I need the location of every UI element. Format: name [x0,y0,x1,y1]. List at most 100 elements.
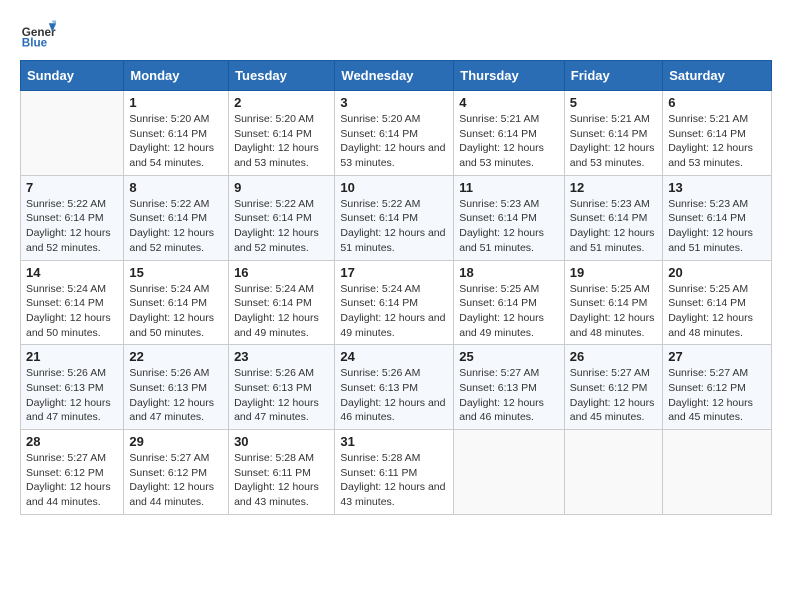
calendar-body: 1 Sunrise: 5:20 AMSunset: 6:14 PMDaylight… [21,91,772,515]
day-number: 25 [459,349,559,364]
day-info: Sunrise: 5:20 AMSunset: 6:14 PMDaylight:… [129,112,223,171]
day-number: 7 [26,180,118,195]
day-info: Sunrise: 5:27 AMSunset: 6:13 PMDaylight:… [459,366,559,425]
day-number: 18 [459,265,559,280]
day-info: Sunrise: 5:27 AMSunset: 6:12 PMDaylight:… [129,451,223,510]
day-info: Sunrise: 5:20 AMSunset: 6:14 PMDaylight:… [234,112,329,171]
calendar-cell: 19 Sunrise: 5:25 AMSunset: 6:14 PMDayligh… [564,260,662,345]
column-header-friday: Friday [564,61,662,91]
day-number: 29 [129,434,223,449]
calendar-cell: 21 Sunrise: 5:26 AMSunset: 6:13 PMDayligh… [21,345,124,430]
day-info: Sunrise: 5:25 AMSunset: 6:14 PMDaylight:… [668,282,766,341]
day-number: 19 [570,265,657,280]
day-number: 2 [234,95,329,110]
day-number: 11 [459,180,559,195]
day-number: 10 [340,180,448,195]
logo-icon: General Blue [20,16,56,52]
day-info: Sunrise: 5:24 AMSunset: 6:14 PMDaylight:… [129,282,223,341]
day-info: Sunrise: 5:24 AMSunset: 6:14 PMDaylight:… [26,282,118,341]
day-info: Sunrise: 5:22 AMSunset: 6:14 PMDaylight:… [26,197,118,256]
calendar-week-row: 21 Sunrise: 5:26 AMSunset: 6:13 PMDayligh… [21,345,772,430]
day-info: Sunrise: 5:26 AMSunset: 6:13 PMDaylight:… [234,366,329,425]
calendar-cell: 1 Sunrise: 5:20 AMSunset: 6:14 PMDaylight… [124,91,229,176]
day-number: 30 [234,434,329,449]
day-number: 21 [26,349,118,364]
day-number: 20 [668,265,766,280]
calendar-cell: 11Sunrise: 5:23 AMSunset: 6:14 PMDayligh… [454,175,565,260]
calendar-header-row: SundayMondayTuesdayWednesdayThursdayFrid… [21,61,772,91]
day-number: 28 [26,434,118,449]
calendar-cell: 4 Sunrise: 5:21 AMSunset: 6:14 PMDaylight… [454,91,565,176]
day-number: 8 [129,180,223,195]
day-info: Sunrise: 5:22 AMSunset: 6:14 PMDaylight:… [129,197,223,256]
calendar-cell [454,430,565,515]
calendar-cell: 3Sunrise: 5:20 AMSunset: 6:14 PMDaylight… [335,91,454,176]
day-info: Sunrise: 5:28 AMSunset: 6:11 PMDaylight:… [340,451,448,510]
calendar-cell: 25 Sunrise: 5:27 AMSunset: 6:13 PMDayligh… [454,345,565,430]
day-info: Sunrise: 5:21 AMSunset: 6:14 PMDaylight:… [459,112,559,171]
calendar-week-row: 28 Sunrise: 5:27 AMSunset: 6:12 PMDayligh… [21,430,772,515]
calendar-cell: 28 Sunrise: 5:27 AMSunset: 6:12 PMDayligh… [21,430,124,515]
day-info: Sunrise: 5:23 AMSunset: 6:14 PMDaylight:… [570,197,657,256]
day-number: 27 [668,349,766,364]
calendar-cell: 16Sunrise: 5:24 AMSunset: 6:14 PMDayligh… [229,260,335,345]
day-number: 4 [459,95,559,110]
calendar-cell: 7 Sunrise: 5:22 AMSunset: 6:14 PMDaylight… [21,175,124,260]
day-info: Sunrise: 5:28 AMSunset: 6:11 PMDaylight:… [234,451,329,510]
calendar-cell: 15Sunrise: 5:24 AMSunset: 6:14 PMDayligh… [124,260,229,345]
calendar-cell: 10 Sunrise: 5:22 AMSunset: 6:14 PMDayligh… [335,175,454,260]
calendar-cell: 9Sunrise: 5:22 AMSunset: 6:14 PMDaylight… [229,175,335,260]
calendar-cell: 20 Sunrise: 5:25 AMSunset: 6:14 PMDayligh… [663,260,772,345]
day-info: Sunrise: 5:26 AMSunset: 6:13 PMDaylight:… [26,366,118,425]
day-info: Sunrise: 5:26 AMSunset: 6:13 PMDaylight:… [129,366,223,425]
calendar-cell: 5 Sunrise: 5:21 AMSunset: 6:14 PMDaylight… [564,91,662,176]
calendar-cell: 17 Sunrise: 5:24 AMSunset: 6:14 PMDayligh… [335,260,454,345]
day-number: 14 [26,265,118,280]
day-info: Sunrise: 5:22 AMSunset: 6:14 PMDaylight:… [340,197,448,256]
calendar-cell: 13Sunrise: 5:23 AMSunset: 6:14 PMDayligh… [663,175,772,260]
calendar-table: SundayMondayTuesdayWednesdayThursdayFrid… [20,60,772,515]
logo: General Blue [20,16,56,52]
calendar-week-row: 7 Sunrise: 5:22 AMSunset: 6:14 PMDaylight… [21,175,772,260]
day-number: 6 [668,95,766,110]
day-number: 23 [234,349,329,364]
calendar-cell [21,91,124,176]
day-number: 1 [129,95,223,110]
day-info: Sunrise: 5:24 AMSunset: 6:14 PMDaylight:… [340,282,448,341]
day-number: 31 [340,434,448,449]
calendar-cell [663,430,772,515]
day-info: Sunrise: 5:20 AMSunset: 6:14 PMDaylight:… [340,112,448,171]
calendar-cell: 31 Sunrise: 5:28 AMSunset: 6:11 PMDayligh… [335,430,454,515]
calendar-cell: 12Sunrise: 5:23 AMSunset: 6:14 PMDayligh… [564,175,662,260]
day-info: Sunrise: 5:25 AMSunset: 6:14 PMDaylight:… [459,282,559,341]
calendar-cell: 2 Sunrise: 5:20 AMSunset: 6:14 PMDaylight… [229,91,335,176]
day-info: Sunrise: 5:27 AMSunset: 6:12 PMDaylight:… [668,366,766,425]
day-info: Sunrise: 5:22 AMSunset: 6:14 PMDaylight:… [234,197,329,256]
day-number: 5 [570,95,657,110]
day-number: 22 [129,349,223,364]
day-info: Sunrise: 5:24 AMSunset: 6:14 PMDaylight:… [234,282,329,341]
day-info: Sunrise: 5:21 AMSunset: 6:14 PMDaylight:… [570,112,657,171]
calendar-cell: 27 Sunrise: 5:27 AMSunset: 6:12 PMDayligh… [663,345,772,430]
column-header-thursday: Thursday [454,61,565,91]
calendar-cell: 23 Sunrise: 5:26 AMSunset: 6:13 PMDayligh… [229,345,335,430]
page-header: General Blue [20,16,772,52]
calendar-cell: 14 Sunrise: 5:24 AMSunset: 6:14 PMDayligh… [21,260,124,345]
day-info: Sunrise: 5:25 AMSunset: 6:14 PMDaylight:… [570,282,657,341]
day-info: Sunrise: 5:27 AMSunset: 6:12 PMDaylight:… [26,451,118,510]
column-header-monday: Monday [124,61,229,91]
column-header-tuesday: Tuesday [229,61,335,91]
calendar-cell: 30 Sunrise: 5:28 AMSunset: 6:11 PMDayligh… [229,430,335,515]
day-number: 17 [340,265,448,280]
calendar-cell: 24 Sunrise: 5:26 AMSunset: 6:13 PMDayligh… [335,345,454,430]
calendar-cell: 26Sunrise: 5:27 AMSunset: 6:12 PMDayligh… [564,345,662,430]
column-header-sunday: Sunday [21,61,124,91]
day-info: Sunrise: 5:26 AMSunset: 6:13 PMDaylight:… [340,366,448,425]
day-info: Sunrise: 5:21 AMSunset: 6:14 PMDaylight:… [668,112,766,171]
day-number: 24 [340,349,448,364]
svg-text:Blue: Blue [22,37,48,50]
column-header-saturday: Saturday [663,61,772,91]
calendar-cell: 18 Sunrise: 5:25 AMSunset: 6:14 PMDayligh… [454,260,565,345]
calendar-week-row: 14 Sunrise: 5:24 AMSunset: 6:14 PMDayligh… [21,260,772,345]
calendar-cell: 29 Sunrise: 5:27 AMSunset: 6:12 PMDayligh… [124,430,229,515]
